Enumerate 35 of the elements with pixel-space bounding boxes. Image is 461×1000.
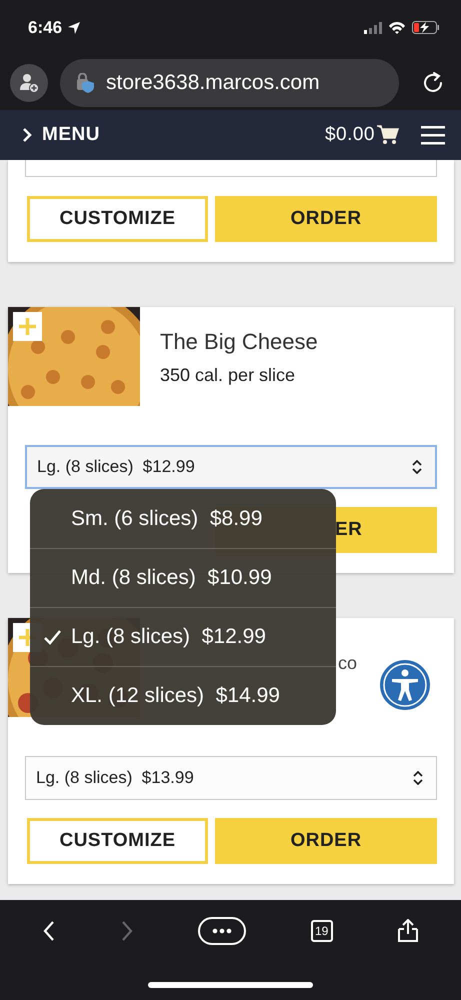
size-select[interactable]: Lg. (8 slices) $13.99 (25, 756, 437, 800)
menu-button[interactable]: MENU (22, 124, 100, 146)
size-option[interactable]: Sm. (6 slices) $8.99 (30, 489, 336, 548)
size-select[interactable]: Lg. (8 slices) $12.99 (25, 445, 437, 489)
calorie-text: 350 cal. per slice (160, 365, 296, 386)
ellipsis-icon (212, 928, 232, 934)
tabs-button[interactable]: 19 (310, 920, 333, 942)
battery-icon (412, 21, 439, 34)
accessibility-icon[interactable] (380, 660, 430, 710)
location-arrow-icon (67, 20, 82, 34)
size-option[interactable]: Md. (8 slices) $10.99 (30, 548, 336, 607)
person-add-icon (19, 72, 39, 92)
more-button[interactable] (198, 917, 246, 945)
clock-time: 6:46 (28, 18, 62, 38)
cart-icon (377, 125, 399, 145)
size-option[interactable]: Lg. (8 slices) $12.99 (30, 607, 336, 666)
signal-icon (364, 22, 382, 34)
product-title: The Big Cheese (160, 329, 318, 355)
cart-button[interactable]: $0.00 (324, 124, 399, 146)
size-option[interactable]: XL. (12 slices) $14.99 (30, 666, 336, 725)
profile-button[interactable] (10, 64, 48, 102)
customize-button[interactable]: CUSTOMIZE (27, 196, 208, 242)
share-icon[interactable] (396, 919, 419, 943)
order-button[interactable]: ORDER (215, 196, 437, 242)
hamburger-menu-icon[interactable] (421, 124, 445, 146)
up-down-chevron-icon (411, 460, 423, 474)
address-field[interactable]: store3638.marcos.com (60, 58, 399, 106)
product-title: co (337, 653, 358, 674)
customize-button[interactable]: CUSTOMIZE (27, 818, 208, 864)
wifi-icon (388, 20, 406, 34)
up-down-chevron-icon (412, 771, 424, 785)
reload-icon[interactable] (421, 70, 445, 94)
lock-shield-icon (76, 72, 94, 92)
order-button[interactable]: ORDER (215, 818, 437, 864)
chevron-right-icon (22, 127, 32, 143)
